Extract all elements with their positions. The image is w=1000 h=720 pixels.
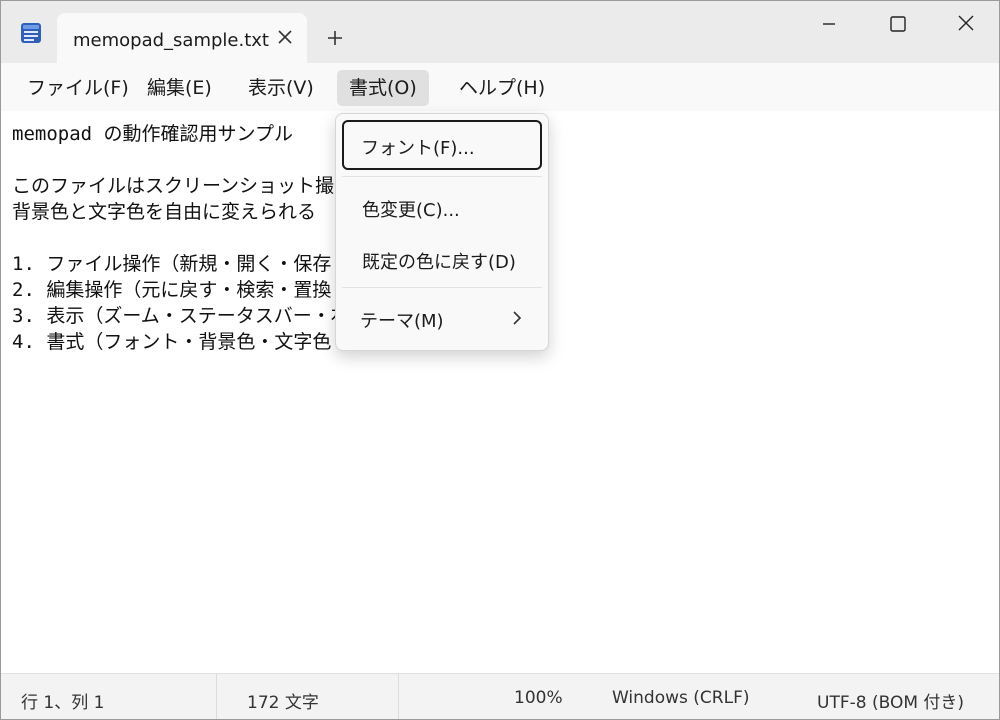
menu-item-font[interactable]: フォント(F)... (342, 120, 542, 170)
title-bar: memopad_sample.txt (1, 1, 999, 63)
editor-line: 3. 表示（ズーム・ステータスバー・右端 (12, 305, 369, 327)
close-window-icon[interactable] (943, 9, 989, 39)
close-icon[interactable] (275, 27, 295, 47)
app-window: memopad_sample.txt ファイル(F) 編集(E) 表示(V) 書… (0, 0, 1000, 720)
editor-line: このファイルはスクリーンショット撮影用 (12, 175, 373, 197)
maximize-icon[interactable] (874, 9, 920, 39)
chevron-right-icon (513, 311, 522, 325)
editor-line: 背景色と文字色を自由に変えられる (12, 201, 317, 223)
editor-line: 1. ファイル操作（新規・開く・保存・ (12, 253, 351, 275)
menu-separator (342, 176, 542, 177)
status-zoom: 100% (514, 688, 563, 708)
format-dropdown-menu: フォント(F)... 色変更(C)... 既定の色に戻す(D) テーマ(M) (335, 113, 549, 351)
status-divider (398, 674, 399, 719)
menu-item-theme[interactable]: テーマ(M) (342, 293, 542, 343)
plus-icon[interactable] (323, 26, 347, 50)
menu-bar: ファイル(F) 編集(E) 表示(V) 書式(O) ヘルプ(H) (1, 63, 999, 111)
minimize-icon[interactable] (806, 9, 852, 39)
menu-item-reset-color-label: 既定の色に戻す(D) (362, 252, 516, 273)
editor-line: 4. 書式（フォント・背景色・文字色 (12, 331, 332, 353)
menu-item-theme-label: テーマ(M) (360, 311, 444, 332)
tab-memopad-sample[interactable]: memopad_sample.txt (57, 13, 307, 63)
menu-edit[interactable]: 編集(E) (135, 70, 224, 106)
editor-line: memopad の動作確認用サンプル (12, 123, 293, 145)
status-divider (216, 674, 217, 719)
status-line-ending: Windows (CRLF) (612, 688, 750, 708)
menu-item-color[interactable]: 色変更(C)... (342, 182, 542, 232)
menu-item-reset-color[interactable]: 既定の色に戻す(D) (342, 234, 542, 284)
tab-title: memopad_sample.txt (73, 30, 269, 51)
menu-format[interactable]: 書式(O) (337, 70, 429, 106)
status-bar: 行 1、列 1 172 文字 100% Windows (CRLF) UTF-8… (1, 673, 999, 719)
status-encoding: UTF-8 (BOM 付き) (817, 693, 965, 713)
menu-item-font-label: フォント(F)... (361, 138, 475, 159)
menu-help[interactable]: ヘルプ(H) (447, 70, 557, 106)
status-cursor-position: 行 1、列 1 (21, 693, 105, 713)
notepad-icon (21, 23, 41, 43)
menu-view[interactable]: 表示(V) (236, 70, 326, 106)
editor-line: 2. 編集操作（元に戻す・検索・置換 (12, 279, 332, 301)
status-char-count: 172 文字 (247, 693, 319, 713)
menu-item-color-label: 色変更(C)... (362, 200, 460, 221)
menu-file[interactable]: ファイル(F) (15, 70, 141, 106)
menu-separator (342, 287, 542, 288)
